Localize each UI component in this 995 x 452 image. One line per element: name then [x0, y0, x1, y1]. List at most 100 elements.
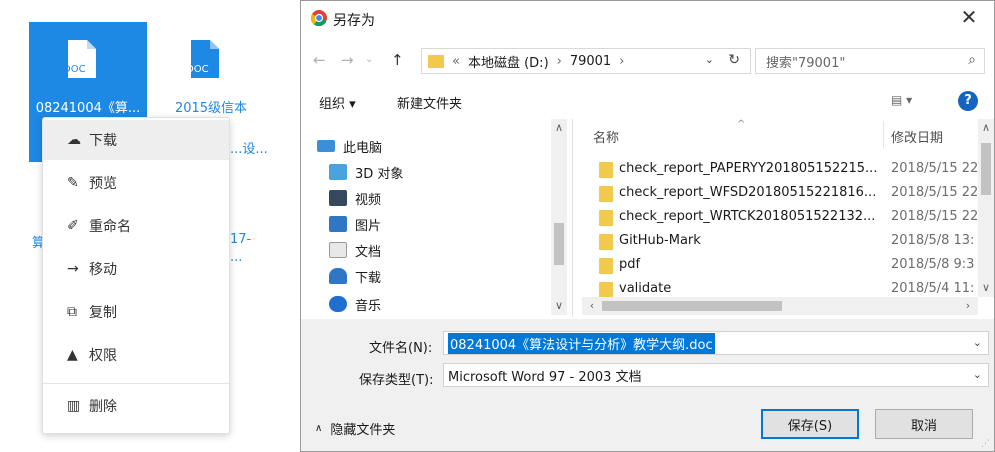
hide-folders-toggle[interactable]: ∧ 隐藏文件夹 — [315, 419, 395, 438]
picture-icon — [329, 216, 347, 232]
file-row[interactable]: check_report_WFSD20180515221816... 2018/… — [591, 181, 981, 205]
menu-item-preview[interactable]: ✎ 预览 — [43, 163, 229, 203]
resize-grip-icon[interactable]: ⋰ — [981, 439, 990, 449]
copy-icon: ⧉ — [67, 304, 77, 320]
up-arrow-icon[interactable]: ↑ — [391, 51, 404, 69]
menu-item-delete[interactable]: ▥ 删除 — [43, 386, 229, 426]
help-icon[interactable]: ? — [958, 91, 978, 111]
scrollbar-thumb[interactable] — [981, 143, 991, 195]
address-bar[interactable]: « 本地磁盘 (D:) › 79001 › ⌄ ↻ — [421, 48, 751, 74]
address-bar-row: ← → ⌄ ↑ « 本地磁盘 (D:) › 79001 › ⌄ ↻ 搜索"790… — [301, 45, 994, 77]
folder-icon — [599, 186, 613, 202]
doc-ext-label: DOC — [186, 64, 209, 75]
menu-item-label: 下载 — [89, 133, 117, 149]
breadcrumb-folder[interactable]: 79001 — [570, 54, 611, 69]
menu-item-download[interactable]: ☁ 下载 — [43, 120, 229, 160]
close-icon[interactable]: ✕ — [954, 5, 984, 29]
search-icon[interactable]: ⌕ — [968, 52, 976, 68]
forward-arrow-icon[interactable]: → — [341, 51, 354, 69]
chevron-down-icon[interactable]: ⌄ — [973, 368, 982, 381]
menu-item-label: 预览 — [89, 176, 117, 192]
menu-item-label: 权限 — [89, 348, 117, 364]
file-name: check_report_PAPERYY201805152215... — [619, 161, 878, 176]
scroll-down-icon[interactable]: ∨ — [978, 281, 994, 294]
scroll-right-icon[interactable]: › — [960, 299, 976, 312]
nav-scrollbar[interactable]: ∧ ∨ — [551, 119, 567, 315]
menu-item-move[interactable]: → 移动 — [43, 249, 229, 289]
file-name: check_report_WFSD20180515221816... — [619, 185, 877, 200]
folder-icon — [599, 234, 613, 250]
save-button[interactable]: 保存(S) — [761, 409, 859, 439]
file-row[interactable]: GitHub-Mark 2018/5/8 13: — [591, 229, 981, 253]
recent-dropdown-icon[interactable]: ⌄ — [365, 54, 373, 65]
scrollbar-thumb[interactable] — [554, 223, 564, 265]
file-name: check_report_WRTCK2018051522132... — [619, 209, 876, 224]
partial-text: 17- — [230, 232, 252, 247]
pencil-icon: ✎ — [67, 175, 79, 191]
chevron-down-icon[interactable]: ⌄ — [705, 53, 714, 66]
file-list-hscrollbar[interactable]: ‹ › — [582, 297, 978, 315]
file-date: 2018/5/4 11: — [891, 281, 975, 296]
file-date: 2018/5/8 13: — [891, 233, 975, 248]
menu-item-copy[interactable]: ⧉ 复制 — [43, 292, 229, 332]
document-icon — [329, 242, 347, 258]
file-date: 2018/5/15 22 — [891, 185, 979, 200]
scroll-up-icon[interactable]: ∧ — [978, 121, 994, 134]
folder-icon — [599, 162, 613, 178]
refresh-icon[interactable]: ↻ — [728, 52, 740, 68]
file-date: 2018/5/15 22 — [891, 209, 979, 224]
organize-menu[interactable]: 组织 ▾ — [319, 93, 356, 112]
dialog-titlebar: 另存为 ✕ — [301, 1, 994, 35]
doc-ext-label: DOC — [63, 64, 86, 75]
nav-item-documents[interactable]: 文档 — [329, 239, 381, 261]
nav-item-label: 文档 — [355, 244, 382, 260]
filetype-select[interactable]: Microsoft Word 97 - 2003 文档 ⌄ — [443, 363, 989, 387]
sort-indicator-icon: ^ — [737, 119, 746, 130]
nav-item-this-pc[interactable]: 此电脑 — [317, 135, 382, 157]
file-list-scrollbar[interactable]: ∧ ∨ — [978, 119, 994, 297]
file-date: 2018/5/8 9:3 — [891, 257, 975, 272]
column-header-name[interactable]: 名称 — [593, 127, 619, 146]
nav-item-label: 音乐 — [355, 298, 382, 314]
column-header-date[interactable]: 修改日期 — [891, 127, 943, 146]
chevron-up-icon: ∧ — [315, 423, 323, 434]
view-options-icon[interactable]: ▤ ▾ — [891, 93, 912, 107]
dialog-toolbar: 组织 ▾ 新建文件夹 ▤ ▾ ? — [301, 87, 994, 117]
file-name: validate — [619, 281, 672, 296]
breadcrumb-drive[interactable]: 本地磁盘 (D:) — [468, 52, 549, 71]
back-arrow-icon[interactable]: ← — [313, 51, 326, 69]
video-icon — [329, 190, 347, 206]
file-row[interactable]: check_report_WRTCK2018051522132... 2018/… — [591, 205, 981, 229]
new-folder-button[interactable]: 新建文件夹 — [397, 93, 462, 112]
search-input[interactable]: 搜索"79001" ⌕ — [755, 48, 985, 74]
nav-item-videos[interactable]: 视频 — [329, 187, 381, 209]
partial-text: ... — [230, 250, 243, 265]
menu-item-rename[interactable]: ✐ 重命名 — [43, 206, 229, 246]
scroll-up-icon[interactable]: ∧ — [551, 121, 567, 134]
menu-item-permissions[interactable]: ▲ 权限 — [43, 335, 229, 375]
nav-item-label: 3D 对象 — [355, 166, 404, 182]
nav-item-3d-objects[interactable]: 3D 对象 — [329, 161, 403, 183]
filename-label: 文件名(N): — [369, 341, 433, 356]
scroll-left-icon[interactable]: ‹ — [584, 299, 600, 312]
menu-item-label: 重命名 — [89, 219, 131, 235]
nav-item-music[interactable]: 音乐 — [329, 293, 381, 315]
folder-icon — [428, 54, 444, 68]
nav-item-downloads[interactable]: 下载 — [329, 265, 381, 287]
cloud-download-icon: ☁ — [67, 132, 81, 148]
nav-item-pictures[interactable]: 图片 — [329, 213, 381, 235]
scrollbar-thumb[interactable] — [602, 301, 782, 311]
chevron-down-icon[interactable]: ⌄ — [973, 336, 982, 349]
download-icon — [329, 268, 347, 284]
filename-input[interactable]: 08241004《算法设计与分析》教学大纲.doc ⌄ — [443, 331, 989, 355]
partial-text: ...设... — [230, 142, 268, 157]
search-placeholder: 搜索"79001" — [766, 55, 846, 71]
file-row[interactable]: check_report_PAPERYY201805152215... 2018… — [591, 157, 981, 181]
cube-icon — [329, 164, 347, 180]
arrow-right-icon: → — [67, 261, 79, 277]
file-row[interactable]: pdf 2018/5/8 9:3 — [591, 253, 981, 277]
scroll-down-icon[interactable]: ∨ — [551, 299, 567, 312]
cancel-button[interactable]: 取消 — [875, 409, 973, 439]
nav-item-label: 下载 — [355, 270, 382, 286]
nav-item-label: 此电脑 — [343, 140, 383, 156]
